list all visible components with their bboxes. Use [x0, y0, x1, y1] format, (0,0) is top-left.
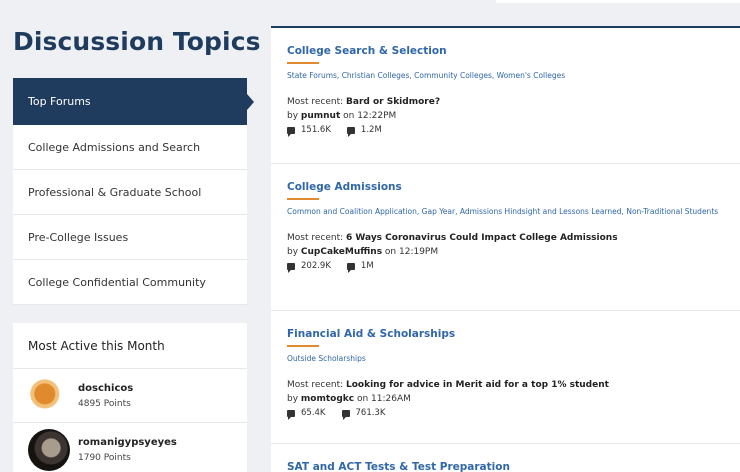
recent-thread-link[interactable]: Looking for advice in Merit aid for a to…	[346, 380, 609, 390]
discussion-icon	[287, 409, 295, 420]
topic-card: SAT and ACT Tests & Test Preparation	[271, 444, 740, 472]
discussions-value: 151.6K	[301, 125, 331, 135]
byline: by pumnut on 12:22PM	[287, 111, 724, 121]
topic-stats: 151.6K 1.2M	[287, 125, 724, 137]
nav-item-top-forums[interactable]: Top Forums	[13, 78, 254, 125]
most-recent-label: Most recent:	[287, 233, 347, 243]
topic-stats: 65.4K 761.3K	[287, 408, 724, 420]
by-label: by	[287, 394, 301, 404]
nav-item-label: College Confidential Community	[28, 275, 206, 289]
author-link[interactable]: momtogkc	[301, 394, 354, 404]
topic-card: College Admissions Common and Coalition …	[271, 164, 740, 311]
comment-icon	[346, 126, 355, 137]
user-name[interactable]: doschicos	[78, 383, 133, 394]
comment-icon	[341, 409, 350, 420]
nav-item-label: Professional & Graduate School	[28, 185, 202, 199]
recent-thread-link[interactable]: 6 Ways Coronavirus Could Impact College …	[346, 233, 618, 243]
most-recent: Most recent: 6 Ways Coronavirus Could Im…	[287, 233, 724, 243]
avatar[interactable]	[28, 428, 70, 471]
comment-icon	[346, 262, 355, 273]
author-link[interactable]: CupCakeMuffins	[301, 247, 382, 257]
nav-item-label: Pre-College Issues	[28, 230, 129, 244]
discussions-count: 202.9K	[287, 261, 331, 273]
most-recent-label: Most recent:	[287, 380, 347, 390]
comments-value: 1M	[360, 261, 374, 271]
author-link[interactable]: pumnut	[301, 111, 340, 121]
list-item[interactable]: doschicos 4895 Points	[13, 369, 247, 423]
most-active-panel: Most Active this Month doschicos 4895 Po…	[13, 323, 247, 472]
discussions-count: 65.4K	[287, 408, 326, 420]
topic-stats: 202.9K 1M	[287, 261, 724, 273]
most-recent: Most recent: Bard or Skidmore?	[287, 97, 724, 107]
user-name[interactable]: romanigypsyeyes	[78, 437, 177, 448]
post-time: on 12:19PM	[382, 247, 439, 257]
topic-title-link[interactable]: SAT and ACT Tests & Test Preparation	[287, 461, 724, 472]
byline: by CupCakeMuffins on 12:19PM	[287, 247, 724, 257]
most-recent-label: Most recent:	[287, 97, 347, 107]
topic-underline	[287, 198, 319, 200]
avatar[interactable]	[28, 374, 70, 417]
topic-subforums[interactable]: Outside Scholarships	[287, 352, 724, 366]
comments-count: 1.2M	[346, 125, 382, 137]
post-time: on 11:26AM	[354, 394, 411, 404]
most-recent: Most recent: Looking for advice in Merit…	[287, 380, 724, 390]
discussions-value: 202.9K	[301, 261, 331, 271]
topic-underline	[287, 345, 319, 347]
nav-item-college-admissions-and-search[interactable]: College Admissions and Search	[13, 125, 247, 170]
discussion-icon	[287, 126, 295, 137]
top-strip	[496, 0, 740, 3]
topic-title-link[interactable]: Financial Aid & Scholarships	[287, 328, 724, 340]
nav-item-professional-graduate-school[interactable]: Professional & Graduate School	[13, 170, 247, 215]
topics-list: College Search & Selection State Forums,…	[271, 26, 740, 472]
topic-title-link[interactable]: College Search & Selection	[287, 45, 724, 57]
topic-card: College Search & Selection State Forums,…	[271, 28, 740, 164]
topic-subforums[interactable]: Common and Coalition Application, Gap Ye…	[287, 205, 724, 219]
by-label: by	[287, 111, 301, 121]
comments-value: 761.3K	[355, 408, 386, 418]
discussion-icon	[287, 262, 295, 273]
discussions-value: 65.4K	[301, 408, 326, 418]
byline: by momtogkc on 11:26AM	[287, 394, 724, 404]
nav-item-label: Top Forums	[28, 95, 91, 108]
recent-thread-link[interactable]: Bard or Skidmore?	[346, 97, 440, 107]
forum-nav: Top Forums College Admissions and Search…	[13, 78, 254, 305]
user-points: 4895 Points	[78, 398, 131, 409]
comments-count: 761.3K	[341, 408, 386, 420]
discussions-count: 151.6K	[287, 125, 331, 137]
topic-subforums[interactable]: State Forums, Christian Colleges, Commun…	[287, 69, 724, 83]
list-item[interactable]: romanigypsyeyes 1790 Points	[13, 423, 247, 472]
most-active-title: Most Active this Month	[13, 323, 247, 369]
comments-count: 1M	[346, 261, 374, 273]
page-title: Discussion Topics	[13, 27, 261, 56]
topic-underline	[287, 62, 319, 64]
topic-card: Financial Aid & Scholarships Outside Sch…	[271, 311, 740, 444]
topic-title-link[interactable]: College Admissions	[287, 181, 724, 193]
nav-item-pre-college-issues[interactable]: Pre-College Issues	[13, 215, 247, 260]
comments-value: 1.2M	[360, 125, 382, 135]
nav-item-college-confidential-community[interactable]: College Confidential Community	[13, 260, 247, 305]
by-label: by	[287, 247, 301, 257]
user-points: 1790 Points	[78, 452, 131, 463]
nav-item-label: College Admissions and Search	[28, 140, 201, 154]
post-time: on 12:22PM	[340, 111, 397, 121]
